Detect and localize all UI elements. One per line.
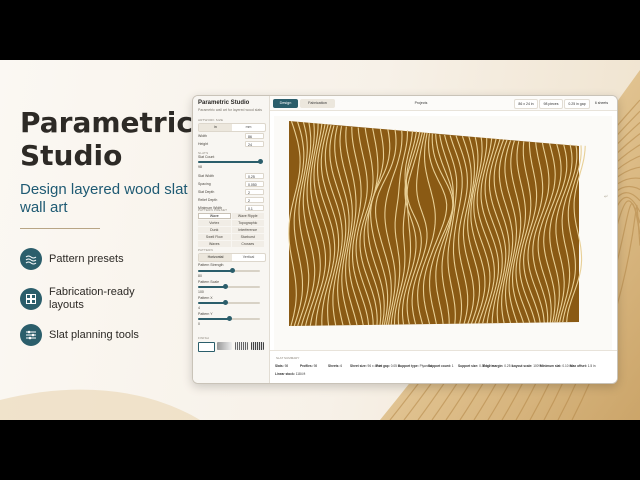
preset-swell-flow[interactable]: Swell Flow: [198, 234, 231, 240]
preset-wave[interactable]: Wave: [198, 213, 231, 219]
hero-subtitle: Design layered wood slat wall art: [20, 181, 188, 216]
spacing-row: Spacing 0.050: [198, 181, 264, 188]
feature-pattern-presets: Pattern presets: [20, 248, 159, 270]
waves-icon: [20, 248, 42, 270]
feature-fabrication-layouts: Fabrication-ready layouts: [20, 286, 159, 312]
pattern-x-value: 4: [198, 306, 200, 310]
tab-fabrication[interactable]: Fabrication: [300, 99, 335, 108]
finish-swatch-natural[interactable]: [198, 342, 215, 352]
feature-label: Fabrication-ready layouts: [49, 286, 135, 311]
finish-swatches: [198, 342, 264, 352]
width-input[interactable]: 86: [245, 133, 264, 139]
preview-canvas[interactable]: ↵: [274, 116, 612, 371]
artwork-size-chip: 86 x 24 in: [514, 99, 538, 109]
preset-crosses[interactable]: Crosses: [231, 241, 264, 247]
slat-width-input[interactable]: 0.25: [245, 173, 264, 179]
summary-item: Part gap: 0.05 in: [376, 364, 401, 368]
relief-depth-input[interactable]: 2: [245, 197, 264, 203]
summary-item: Layout scale: 100%: [512, 364, 542, 368]
height-input[interactable]: 24: [245, 141, 264, 147]
preset-starburst[interactable]: Starburst: [231, 234, 264, 240]
slat-count-label: Slat Count: [198, 155, 215, 159]
layout-grid-icon: [20, 288, 42, 310]
preset-dunk[interactable]: Dunk: [198, 227, 231, 233]
unit-toggle: in mm: [198, 123, 266, 132]
pattern-strength-value: 80: [198, 274, 202, 278]
promo-frame: Parametric Studio Design layered wood sl…: [0, 60, 640, 420]
section-pattern: PATTERN: [198, 248, 213, 252]
spacing-input[interactable]: 0.050: [245, 181, 264, 187]
sheets-chip: 6 sheets: [594, 101, 609, 105]
slat-count-value: 98: [198, 165, 202, 169]
slat-depth-input[interactable]: 2: [245, 189, 264, 195]
cursor-marker: ↵: [604, 194, 608, 200]
height-row: Height 24: [198, 141, 264, 148]
section-pattern-preset: PATTERN PRESET: [198, 208, 228, 212]
orientation-horizontal-button[interactable]: Horizontal: [199, 254, 232, 261]
pattern-y-label: Pattern Y: [198, 312, 213, 316]
pattern-scale-label: Pattern Scale: [198, 280, 220, 284]
summary-item: Support type: Plywood: [398, 364, 432, 368]
slat-depth-row: Slat Depth 2: [198, 189, 264, 196]
app-subtitle: Parametric wall art for layered wood sla…: [198, 108, 262, 112]
pattern-x-label: Pattern X: [198, 296, 213, 300]
finish-swatch-stripes[interactable]: [235, 342, 248, 350]
finish-swatch-gradient[interactable]: [217, 342, 232, 350]
pattern-scale-slider[interactable]: [198, 284, 260, 289]
orientation-vertical-button[interactable]: Vertical: [232, 254, 265, 261]
section-artwork-size: ARTWORK SIZE: [198, 118, 224, 122]
preset-waves[interactable]: Waves: [198, 241, 231, 247]
app-window: Parametric Studio Parametric wall art fo…: [192, 95, 618, 384]
summary-item: Support count: 1: [428, 364, 454, 368]
summary-item: Edge margin: 0.25 in: [483, 364, 514, 368]
sliders-icon: [20, 324, 42, 346]
gap-chip: 0.25 in gap: [564, 99, 590, 109]
feature-label: Pattern presets: [49, 252, 124, 265]
slat-count-slider[interactable]: [198, 159, 263, 164]
pieces-chip: 98 pieces: [539, 99, 563, 109]
hero-title: Parametric Studio: [20, 106, 193, 172]
summary-title: SLAT SUMMARY: [276, 356, 300, 360]
summary-item: Linear stock: 1184 ft: [275, 372, 306, 376]
unit-mm-button[interactable]: mm: [232, 124, 265, 131]
pattern-scale-value: 100: [198, 290, 204, 294]
projects-button[interactable]: Projects: [410, 99, 432, 107]
summary-item: Minimum slat: 0.10 in: [540, 364, 572, 368]
unit-in-button[interactable]: in: [199, 124, 232, 131]
tab-design[interactable]: Design: [273, 99, 298, 108]
preset-topographic[interactable]: Topographic: [231, 220, 264, 226]
summary-item: Max offset: 1.5 in: [570, 364, 596, 368]
slat-width-row: Slat Width 0.25: [198, 173, 264, 180]
summary-item: Sheets: 6: [328, 364, 343, 368]
pattern-y-value: 0: [198, 322, 200, 326]
preset-interference[interactable]: Interference: [231, 227, 264, 233]
sidebar: Parametric Studio Parametric wall art fo…: [193, 96, 270, 383]
pattern-strength-label: Pattern Strength: [198, 263, 224, 267]
app-title: Parametric Studio: [198, 100, 250, 106]
pattern-y-slider[interactable]: [198, 316, 260, 321]
width-row: Width 86: [198, 133, 264, 140]
pattern-x-slider[interactable]: [198, 300, 260, 305]
preset-vortex[interactable]: Vortex: [198, 220, 231, 226]
slat-artwork: [288, 121, 586, 327]
feature-slat-planning: Slat planning tools: [20, 324, 159, 346]
minimum-width-input[interactable]: 0.1: [245, 205, 264, 211]
preset-wave-ripple[interactable]: Wave Ripple: [231, 213, 264, 219]
hero-divider: [20, 228, 100, 229]
relief-depth-row: Relief Depth 2: [198, 197, 264, 204]
preset-grid: Wave Wave Ripple Vortex Topographic Dunk…: [198, 213, 264, 247]
pattern-strength-slider[interactable]: [198, 268, 260, 273]
slat-summary: SLAT SUMMARY Slats: 98 Profiles: 98 Sheets…: [270, 350, 617, 383]
finish-swatch-fine-stripes[interactable]: [251, 342, 264, 350]
orientation-toggle: Horizontal Vertical: [198, 253, 266, 262]
top-bar: Design Fabrication Projects 86 x 24 in 9…: [270, 96, 617, 111]
section-finish: FINISH: [198, 336, 210, 340]
summary-item: Profiles: 98: [300, 364, 318, 368]
summary-item: Slats: 98: [275, 364, 289, 368]
feature-label: Slat planning tools: [49, 328, 139, 341]
